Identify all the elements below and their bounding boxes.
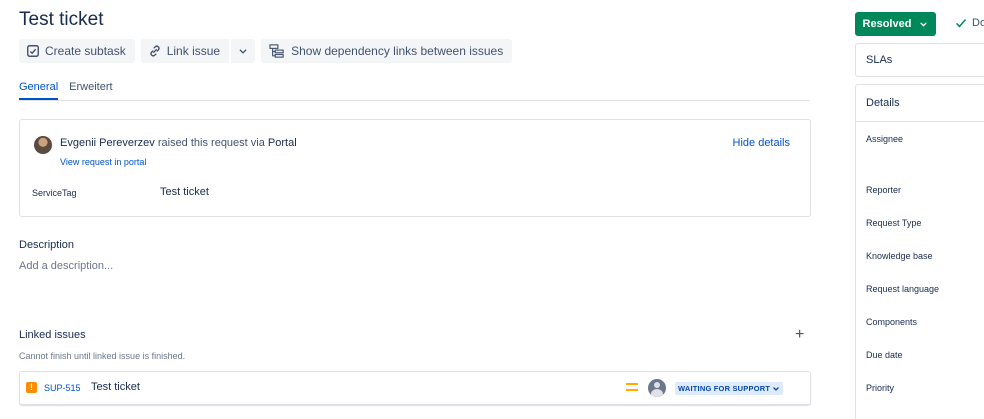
linked-issues-heading: Linked issues [19, 329, 86, 341]
issue-toolbar: Create subtask Link issue Show dependenc… [19, 39, 513, 63]
details-panel-title[interactable]: Details [866, 97, 900, 109]
field-value-servicetag: Test ticket [160, 186, 209, 198]
request-details-card: Evgenii Pereverzev raised this request v… [19, 119, 811, 217]
status-label: WAITING FOR SUPPORT [678, 384, 771, 393]
assignee-avatar[interactable] [648, 379, 666, 397]
link-issue-label: Link issue [166, 44, 221, 58]
chevron-down-icon [239, 49, 247, 54]
link-issue-dropdown-button[interactable] [230, 39, 256, 63]
linked-issue-key[interactable]: SUP-515 [44, 383, 81, 393]
detail-label-priority: Priority [866, 383, 895, 393]
link-icon [150, 45, 160, 57]
raised-via-text: raised this request via [157, 137, 265, 149]
tab-general[interactable]: General [19, 81, 59, 100]
issue-title: Test ticket [19, 9, 104, 30]
detail-label-request-language: Request language [866, 284, 940, 294]
detail-label-assignee: Assignee [866, 134, 904, 144]
sla-panel-title: SLAs [866, 54, 893, 66]
hide-details-link[interactable]: Hide details [733, 137, 790, 149]
dependency-tree-icon [269, 44, 284, 58]
avatar [34, 136, 52, 154]
detail-label-knowledge-base: Knowledge base [866, 251, 933, 261]
field-label-servicetag: ServiceTag [32, 188, 77, 198]
linked-issues-note: Cannot finish until linked issue is fini… [19, 351, 186, 361]
checkmark-icon [955, 19, 967, 28]
status-button-label: Resolved [862, 18, 912, 30]
create-subtask-label: Create subtask [45, 44, 126, 58]
description-heading: Description [19, 239, 75, 251]
details-panel: Details Assignee Reporter Request Type K… [855, 84, 984, 419]
description-input[interactable]: Add a description... [19, 260, 113, 272]
done-resolution: Done [955, 17, 984, 29]
request-channel: Portal [267, 137, 297, 149]
view-request-in-portal-link[interactable]: View request in portal [60, 157, 146, 167]
status-lozenge[interactable]: WAITING FOR SUPPORT [675, 382, 784, 395]
linked-issue-summary[interactable]: Test ticket [91, 381, 140, 393]
link-issue-button[interactable]: Link issue [140, 39, 230, 63]
add-linked-issue-button[interactable]: + [795, 327, 804, 343]
sla-panel[interactable]: SLAs [855, 43, 984, 77]
issue-type-icon: ! [26, 382, 37, 393]
create-subtask-button[interactable]: Create subtask [19, 39, 135, 63]
reporter-name: Evgenii Pereverzev [60, 137, 155, 149]
detail-label-components: Components [866, 317, 918, 327]
done-label: Done [972, 17, 984, 29]
raised-request-text: Evgenii Pereverzev raised this request v… [60, 137, 297, 149]
detail-label-request-type: Request Type [866, 218, 922, 228]
tab-erweitert[interactable]: Erweitert [69, 81, 112, 100]
medium-priority-icon [626, 383, 638, 393]
detail-label-due-date: Due date [866, 350, 903, 360]
detail-label-reporter: Reporter [866, 185, 902, 195]
chevron-down-icon [773, 386, 780, 391]
show-dependency-links-label: Show dependency links between issues [291, 44, 504, 58]
chevron-down-icon [920, 21, 928, 27]
linked-issue-row[interactable]: ! SUP-515 Test ticket WAITING FOR SUPPOR… [19, 371, 811, 405]
show-dependency-links-button[interactable]: Show dependency links between issues [261, 39, 513, 63]
issue-tabs: General Erweitert [19, 81, 810, 101]
details-divider [856, 121, 984, 122]
status-transition-button[interactable]: Resolved [855, 12, 936, 36]
subtask-icon [27, 45, 39, 57]
